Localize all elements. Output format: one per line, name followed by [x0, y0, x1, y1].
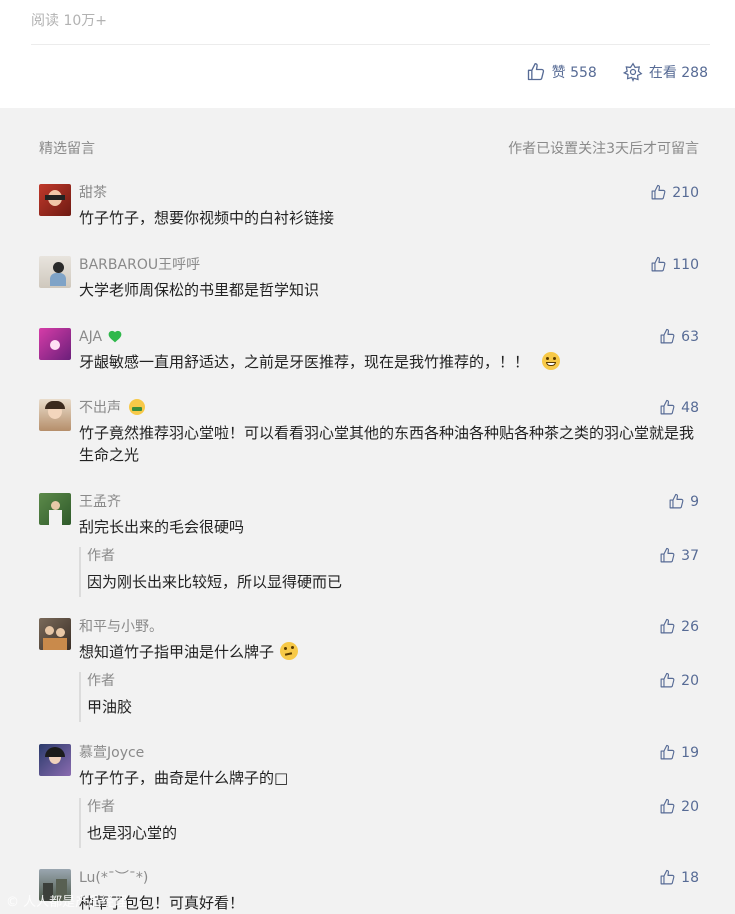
- comments-header: 精选留言 作者已设置关注3天后才可留言: [39, 138, 699, 158]
- avatar[interactable]: [39, 618, 71, 650]
- thumbs-up-icon: [660, 672, 675, 688]
- comment-text-content: 想知道竹子指甲油是什么牌子: [79, 643, 275, 661]
- money-mouth-emoji-icon: [129, 399, 146, 415]
- comments-notice: 作者已设置关注3天后才可留言: [508, 141, 699, 157]
- comment-like-button[interactable]: 210: [650, 184, 699, 201]
- comment-like-count: 63: [681, 328, 699, 345]
- comment-like-count: 48: [681, 399, 699, 416]
- reply-like-count: 20: [681, 672, 699, 689]
- grinning-emoji-icon: [541, 352, 560, 370]
- comment-like-count: 210: [672, 184, 699, 201]
- thumbs-up-icon: [651, 256, 666, 272]
- reply-author-label: 作者: [87, 548, 115, 564]
- comment-nickname[interactable]: 不出声: [79, 399, 146, 417]
- thumbs-up-icon: [660, 547, 675, 563]
- nickname-text: 不出声: [79, 400, 121, 416]
- nickname-text: AJA: [79, 329, 103, 345]
- comment-like-count: 26: [681, 618, 699, 635]
- comment-like-count: 110: [672, 256, 699, 273]
- divider: [31, 44, 710, 45]
- reply-text: 甲油胶: [87, 698, 133, 716]
- avatar[interactable]: [39, 399, 71, 431]
- comment-text: 牙龈敏感一直用舒适达，之前是牙医推荐，现在是我竹推荐的，！！: [79, 351, 699, 373]
- comment-like-button[interactable]: 63: [659, 328, 699, 345]
- read-count: 阅读 10万+: [31, 13, 107, 29]
- comment-like-button[interactable]: 19: [659, 744, 699, 761]
- comment-text: 种草了包包！可真好看！: [79, 894, 245, 912]
- comment-nickname[interactable]: AJA: [79, 328, 123, 346]
- comment-like-button[interactable]: 48: [659, 399, 699, 416]
- comment-text: 刮完长出来的毛会很硬吗: [79, 518, 245, 536]
- thumbs-up-icon: [660, 869, 675, 885]
- comment-text-content: 牙龈敏感一直用舒适达，之前是牙医推荐，现在是我竹推荐的，！！: [79, 353, 530, 371]
- flower-icon: [622, 62, 643, 82]
- comment-like-button[interactable]: 110: [650, 256, 699, 273]
- thumbs-up-icon: [660, 328, 675, 344]
- watching-count: 在看 288: [648, 65, 708, 81]
- avatar[interactable]: [39, 184, 71, 216]
- comment-like-button[interactable]: 18: [659, 869, 699, 886]
- reply-text: 因为刚长出来比较短，所以显得硬而已: [87, 573, 343, 591]
- avatar[interactable]: [39, 744, 71, 776]
- author-reply: 作者 因为刚长出来比较短，所以显得硬而已 37: [79, 547, 699, 597]
- article-actions: 赞 558 在看 288: [526, 62, 708, 82]
- comments-title: 精选留言: [39, 141, 95, 157]
- comment-like-button[interactable]: 26: [659, 618, 699, 635]
- thumbs-up-icon: [660, 399, 675, 415]
- thumbs-up-icon: [660, 798, 675, 814]
- comment-text: 竹子竟然推荐羽心堂啦！可以看看羽心堂其他的东西各种油各种贴各种茶之类的羽心堂就是…: [79, 424, 695, 464]
- comment-like-button[interactable]: 9: [668, 493, 699, 510]
- comment-nickname[interactable]: 甜茶: [79, 184, 107, 202]
- thumbs-up-icon: [651, 184, 666, 200]
- author-reply: 作者 也是羽心堂的 20: [79, 798, 699, 848]
- comment-like-count: 18: [681, 869, 699, 886]
- watching-button[interactable]: 在看 288: [622, 62, 708, 82]
- comment-text: 竹子竹子，曲奇是什么牌子的□: [79, 769, 289, 787]
- reply-like-button[interactable]: 20: [659, 672, 699, 689]
- thinking-emoji-icon: [279, 642, 298, 660]
- comment-text: 竹子竹子，想要你视频中的白衬衫链接: [79, 209, 335, 227]
- comment-like-count: 19: [681, 744, 699, 761]
- comment-nickname[interactable]: 慕萱Joyce: [79, 744, 144, 762]
- reply-text: 也是羽心堂的: [87, 824, 178, 842]
- like-button[interactable]: 赞 558: [526, 62, 597, 82]
- comment-nickname[interactable]: 和平与小野。: [79, 618, 163, 636]
- like-count: 赞 558: [551, 65, 597, 81]
- green-heart-icon: [108, 330, 121, 343]
- avatar[interactable]: [39, 328, 71, 360]
- reply-like-count: 20: [681, 798, 699, 815]
- reply-like-count: 37: [681, 547, 699, 564]
- watermark: © 人人都是产品经理: [6, 895, 128, 910]
- author-reply: 作者 甲油胶 20: [79, 672, 699, 722]
- avatar[interactable]: [39, 256, 71, 288]
- reply-like-button[interactable]: 37: [659, 547, 699, 564]
- reply-author-label: 作者: [87, 673, 115, 689]
- reply-like-button[interactable]: 20: [659, 798, 699, 815]
- comment-nickname[interactable]: 王孟齐: [79, 493, 121, 511]
- thumbs-up-icon: [669, 493, 684, 509]
- reply-author-label: 作者: [87, 799, 115, 815]
- comments-section: 精选留言 作者已设置关注3天后才可留言 甜茶 竹子竹子，想要你视频中的白衬衫链接…: [0, 108, 735, 914]
- comment-text: 想知道竹子指甲油是什么牌子: [79, 641, 699, 663]
- thumbs-up-icon: [660, 618, 675, 634]
- comment-like-count: 9: [690, 493, 699, 510]
- avatar[interactable]: [39, 493, 71, 525]
- comment-nickname[interactable]: BARBAROU王呼呼: [79, 256, 200, 274]
- thumbs-up-icon: [527, 63, 544, 81]
- article-footer: 阅读 10万+ 赞 558 在看 288: [0, 0, 735, 108]
- comment-text: 大学老师周保松的书里都是哲学知识: [79, 281, 320, 299]
- comment-nickname[interactable]: Lu(*¯︶¯*): [79, 869, 148, 887]
- thumbs-up-icon: [660, 744, 675, 760]
